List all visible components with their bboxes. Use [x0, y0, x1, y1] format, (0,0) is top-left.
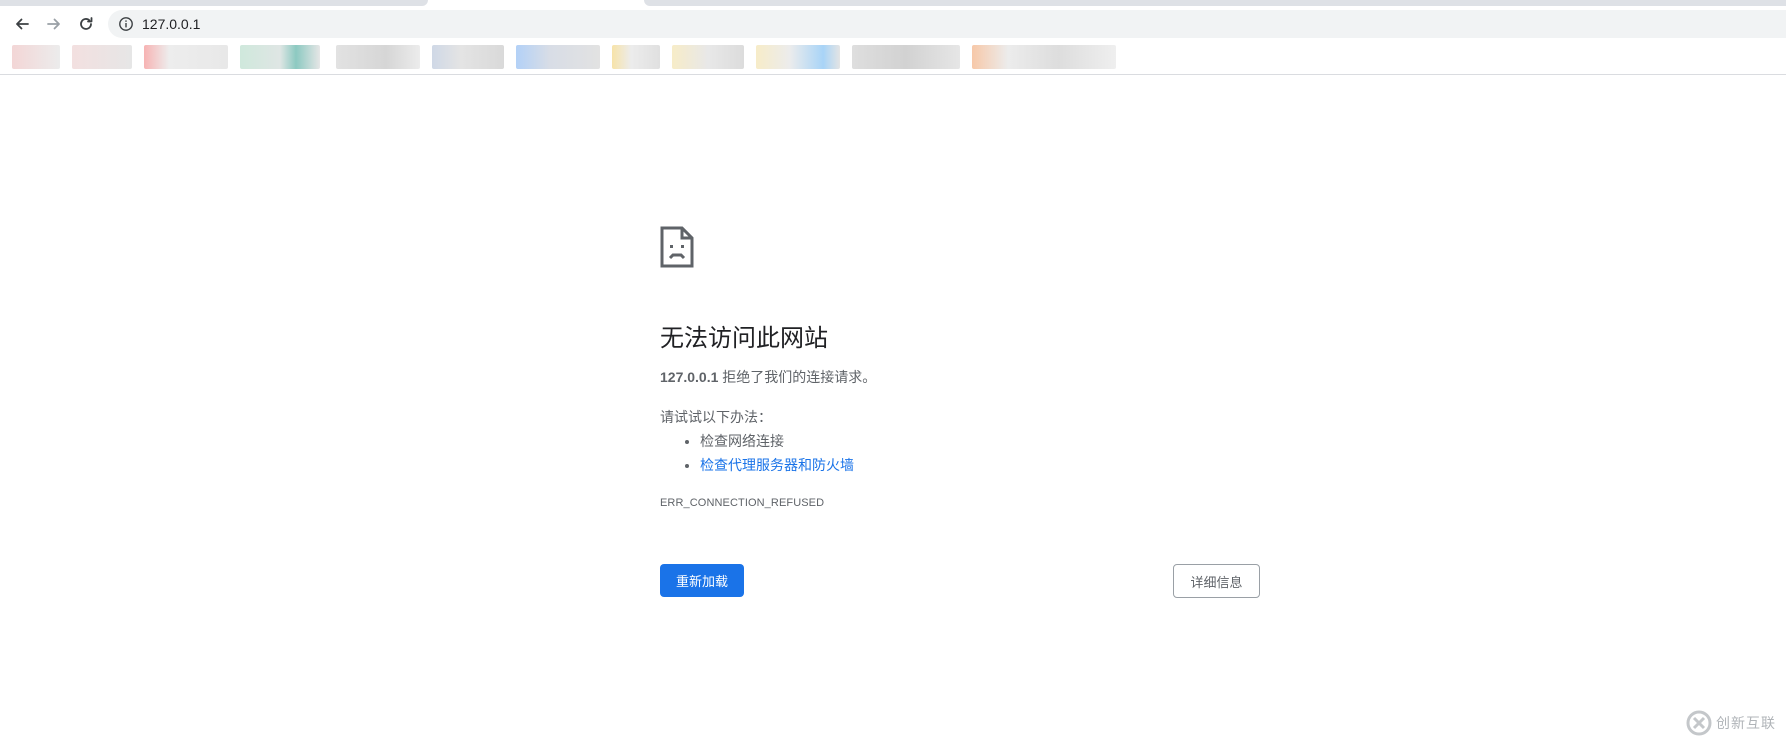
error-summary: 127.0.0.1 拒绝了我们的连接请求。	[660, 367, 876, 387]
bookmark-item[interactable]	[516, 45, 600, 69]
error-host: 127.0.0.1	[660, 369, 719, 385]
info-circle-icon[interactable]	[118, 16, 134, 32]
bookmark-item[interactable]	[672, 45, 744, 69]
watermark-text: 创新互联	[1716, 715, 1776, 731]
bookmark-item[interactable]	[336, 45, 420, 69]
bookmark-item[interactable]	[972, 45, 1116, 69]
suggestions-title: 请试试以下办法：	[660, 409, 772, 425]
suggestions-list: 检查网络连接 检查代理服务器和防火墙	[660, 429, 854, 477]
forward-button[interactable]	[42, 12, 66, 36]
error-code: ERR_CONNECTION_REFUSED	[660, 497, 825, 509]
bookmark-item[interactable]	[756, 45, 840, 69]
details-button[interactable]: 详细信息	[1173, 564, 1260, 598]
error-summary-text: 拒绝了我们的连接请求。	[718, 369, 877, 385]
list-item: 检查网络连接	[700, 429, 854, 453]
list-item: 检查代理服务器和防火墙	[700, 453, 854, 477]
arrow-left-icon	[16, 18, 29, 30]
bookmark-item[interactable]	[144, 45, 228, 69]
sad-page-icon	[660, 226, 694, 268]
bookmark-item[interactable]	[72, 45, 132, 69]
reload-page-button[interactable]: 重新加载	[660, 564, 744, 597]
bookmarks-bar	[0, 39, 1786, 75]
suggestion-check-proxy-link[interactable]: 检查代理服务器和防火墙	[700, 457, 854, 473]
error-page: 无法访问此网站 127.0.0.1 拒绝了我们的连接请求。 请试试以下办法： 检…	[0, 76, 1786, 746]
bookmark-item[interactable]	[432, 45, 504, 69]
bookmark-item[interactable]	[12, 45, 60, 69]
browser-toolbar: 127.0.0.1	[0, 8, 1786, 39]
tab-strip	[0, 0, 1786, 8]
back-button[interactable]	[10, 12, 34, 36]
bookmark-item[interactable]	[612, 45, 660, 69]
url-text[interactable]: 127.0.0.1	[142, 16, 200, 32]
tab-right[interactable]	[644, 0, 1786, 6]
tab-left[interactable]	[0, 0, 428, 6]
arrow-right-icon	[47, 18, 60, 30]
address-bar[interactable]: 127.0.0.1	[108, 10, 1786, 38]
reload-button[interactable]	[74, 12, 98, 36]
watermark-logo-icon	[1686, 710, 1712, 736]
error-heading: 无法访问此网站	[660, 325, 828, 352]
watermark: 创新互联	[1686, 701, 1786, 745]
bookmark-item[interactable]	[852, 45, 960, 69]
suggestion-check-network: 检查网络连接	[700, 433, 784, 449]
bookmark-item[interactable]	[240, 45, 320, 69]
reload-icon	[80, 17, 93, 30]
